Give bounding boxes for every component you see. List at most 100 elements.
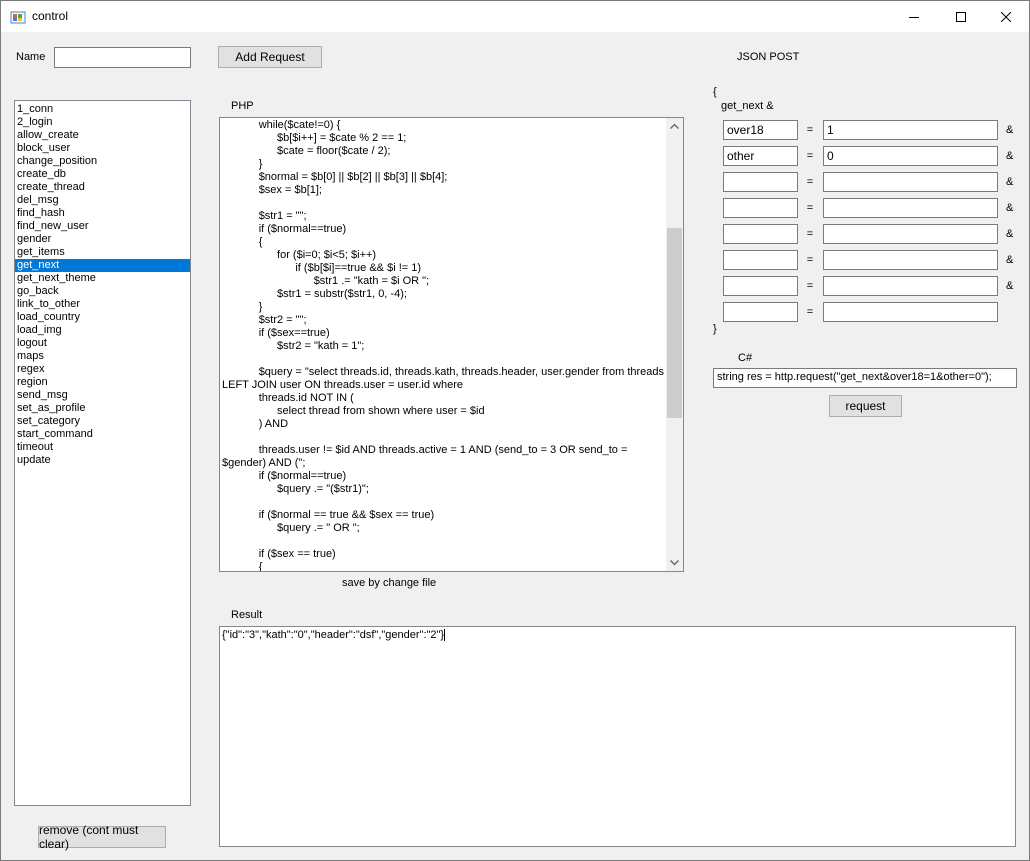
equals-sign: = bbox=[806, 280, 814, 292]
list-item[interactable]: find_hash bbox=[15, 207, 190, 220]
json-close-brace: } bbox=[713, 323, 717, 335]
list-item[interactable]: load_country bbox=[15, 311, 190, 324]
code-line: for ($i=0; $i<5; $i++) bbox=[222, 249, 377, 261]
param-key-input[interactable] bbox=[723, 302, 798, 322]
result-label: Result bbox=[231, 609, 263, 621]
param-value-input[interactable] bbox=[823, 276, 998, 296]
equals-sign: = bbox=[806, 176, 814, 188]
save-label: save by change file bbox=[342, 577, 437, 589]
list-item[interactable]: block_user bbox=[15, 142, 190, 155]
app-icon bbox=[10, 9, 26, 25]
list-item[interactable]: regex bbox=[15, 363, 190, 376]
minimize-icon bbox=[909, 16, 919, 18]
param-key-input[interactable] bbox=[723, 198, 798, 218]
list-item[interactable]: create_db bbox=[15, 168, 190, 181]
list-item[interactable]: maps bbox=[15, 350, 190, 363]
code-line: { bbox=[222, 236, 263, 248]
list-item[interactable]: send_msg bbox=[15, 389, 190, 402]
php-code-editor[interactable]: while($cate!=0) { $b[$i++] = $cate % 2 =… bbox=[219, 117, 684, 572]
equals-sign: = bbox=[806, 150, 814, 162]
list-item[interactable]: 1_conn bbox=[15, 103, 190, 116]
text-caret bbox=[444, 629, 446, 642]
scroll-up-icon[interactable] bbox=[669, 121, 680, 132]
ampersand-sign: & bbox=[1006, 176, 1014, 188]
window-title: control bbox=[32, 9, 69, 23]
list-item[interactable]: start_command bbox=[15, 428, 190, 441]
code-line: if ($normal==true) bbox=[222, 470, 347, 482]
param-key-input[interactable] bbox=[723, 224, 798, 244]
list-item[interactable]: allow_create bbox=[15, 129, 190, 142]
code-line: if ($b[$i]==true && $i != 1) bbox=[222, 262, 422, 274]
result-textarea[interactable]: {"id":"3","kath":"0","header":"dsf","gen… bbox=[219, 626, 1016, 847]
list-item[interactable]: get_next bbox=[15, 259, 190, 272]
code-line: $sex = $b[1]; bbox=[222, 184, 322, 196]
code-line: $str1 = substr($str1, 0, -4); bbox=[222, 288, 407, 300]
param-value-input[interactable]: 1 bbox=[823, 120, 998, 140]
list-item[interactable]: link_to_other bbox=[15, 298, 190, 311]
param-key-input[interactable] bbox=[723, 172, 798, 192]
code-line: $gender) AND ("; bbox=[222, 457, 306, 469]
param-key-input[interactable] bbox=[723, 276, 798, 296]
scroll-down-icon[interactable] bbox=[669, 557, 680, 568]
code-line: { bbox=[222, 561, 263, 572]
code-line: $str1 = ""; bbox=[222, 210, 307, 222]
ampersand-sign: & bbox=[1006, 228, 1014, 240]
ampersand-sign: & bbox=[1006, 202, 1014, 214]
param-value-input[interactable] bbox=[823, 198, 998, 218]
add-request-button[interactable]: Add Request bbox=[218, 46, 322, 68]
maximize-icon bbox=[956, 11, 966, 22]
param-value-input[interactable] bbox=[823, 172, 998, 192]
code-line: $cate = floor($cate / 2); bbox=[222, 145, 391, 157]
list-item[interactable]: gender bbox=[15, 233, 190, 246]
list-item[interactable]: update bbox=[15, 454, 190, 467]
list-item[interactable]: get_items bbox=[15, 246, 190, 259]
list-item[interactable]: get_next_theme bbox=[15, 272, 190, 285]
ampersand-sign: & bbox=[1006, 124, 1014, 136]
equals-sign: = bbox=[806, 124, 814, 136]
list-item[interactable]: timeout bbox=[15, 441, 190, 454]
param-value-input[interactable] bbox=[823, 224, 998, 244]
remove-button[interactable]: remove (cont must clear) bbox=[38, 823, 166, 851]
list-item[interactable]: region bbox=[15, 376, 190, 389]
param-value-input[interactable] bbox=[823, 302, 998, 322]
param-value-input[interactable] bbox=[823, 250, 998, 270]
list-item[interactable]: set_as_profile bbox=[15, 402, 190, 415]
json-post-label: JSON POST bbox=[737, 51, 800, 63]
result-text: {"id":"3","kath":"0","header":"dsf","gen… bbox=[222, 629, 445, 641]
list-item[interactable]: 2_login bbox=[15, 116, 190, 129]
minimize-button[interactable] bbox=[891, 1, 937, 32]
scroll-thumb[interactable] bbox=[667, 228, 682, 418]
param-key-input[interactable] bbox=[723, 250, 798, 270]
code-line: $query .= " OR "; bbox=[222, 522, 360, 534]
list-item[interactable]: set_category bbox=[15, 415, 190, 428]
code-line: if ($normal==true) bbox=[222, 223, 347, 235]
json-method-line: get_next & bbox=[721, 100, 774, 112]
list-item[interactable]: create_thread bbox=[15, 181, 190, 194]
maximize-button[interactable] bbox=[938, 1, 984, 32]
close-icon bbox=[1001, 11, 1011, 22]
request-button[interactable]: request bbox=[829, 395, 902, 417]
param-value-input[interactable]: 0 bbox=[823, 146, 998, 166]
list-item[interactable]: find_new_user bbox=[15, 220, 190, 233]
request-list[interactable]: 1_conn 2_login allow_create block_user chang… bbox=[14, 100, 191, 806]
param-key-input[interactable]: other bbox=[723, 146, 798, 166]
csharp-label: C# bbox=[738, 352, 753, 364]
list-item[interactable]: change_position bbox=[15, 155, 190, 168]
code-line: threads.id NOT IN ( bbox=[222, 392, 354, 404]
app-window: control Name 1_conn 2_login allow_create bl… bbox=[0, 0, 1030, 861]
list-item[interactable]: load_img bbox=[15, 324, 190, 337]
code-line: while($cate!=0) { bbox=[222, 119, 341, 131]
param-key-input[interactable]: over18 bbox=[723, 120, 798, 140]
list-item[interactable]: logout bbox=[15, 337, 190, 350]
php-scrollbar[interactable] bbox=[666, 118, 683, 571]
code-line: select thread from shown where user = $i… bbox=[222, 405, 485, 417]
list-item[interactable]: del_msg bbox=[15, 194, 190, 207]
close-button[interactable] bbox=[983, 1, 1029, 32]
code-line: $normal = $b[0] || $b[2] || $b[3] || $b[… bbox=[222, 171, 448, 183]
equals-sign: = bbox=[806, 254, 814, 266]
list-item[interactable]: go_back bbox=[15, 285, 190, 298]
csharp-code-field[interactable]: string res = http.request("get_next&over… bbox=[713, 368, 1017, 388]
name-input[interactable] bbox=[54, 47, 191, 68]
